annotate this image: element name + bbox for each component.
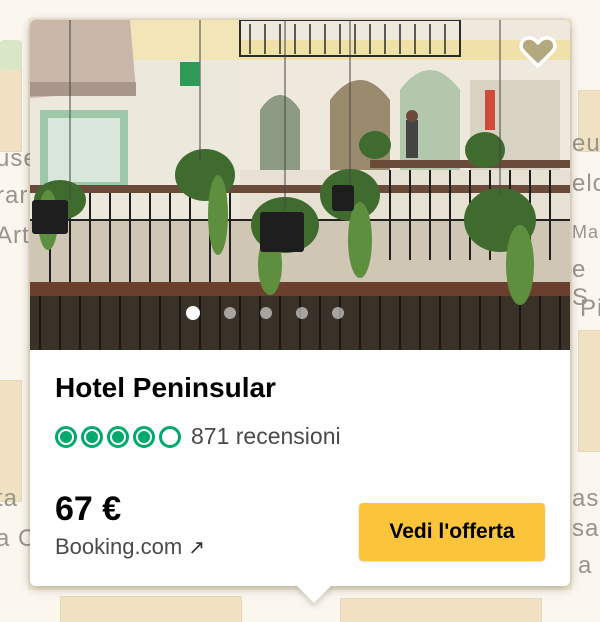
map-block [0,60,22,152]
hotel-card[interactable]: Hotel Peninsular 871 recensioni 67 € Boo… [30,20,570,603]
carousel-dot[interactable] [186,306,200,320]
map-label: Mar [572,222,600,242]
map-label: Pi [580,295,600,322]
carousel-dot[interactable] [224,307,236,319]
hotel-photo[interactable] [30,20,570,350]
carousel-dot[interactable] [260,307,272,319]
rating-bubbles [55,425,185,448]
map-label: as [572,485,600,512]
map-label: ta [0,485,19,512]
carousel-dot[interactable] [332,307,344,319]
map-label: Art [0,222,30,249]
map-label: eu [572,130,600,157]
carousel-dot[interactable] [296,307,308,319]
map-block [60,596,242,622]
map-label: a [578,552,593,579]
price: 67 € [55,490,122,528]
map-road [0,0,600,18]
rating-row[interactable]: 871 recensioni [55,423,341,450]
rating-bubble [107,425,129,448]
map-label: rar [0,182,29,209]
map-block [340,598,542,622]
hotel-photo-image [30,20,570,350]
rating-bubble-fill [138,430,150,443]
map-block [0,380,22,502]
rating-bubble [159,425,181,448]
map-label: sa [572,515,600,542]
carousel-dots [30,306,570,320]
provider-name: Booking.com [55,534,183,559]
rating-bubble-fill [60,430,72,443]
map-park [0,40,22,70]
external-link-icon: ↗ [188,536,205,559]
map-label: elo [572,170,600,197]
rating-bubble-fill [86,430,98,443]
map-block [578,330,600,452]
view-offer-button[interactable]: Vedi l'offerta [359,503,545,561]
rating-bubble [81,425,103,448]
rating-bubble-fill [112,430,124,443]
provider-link[interactable]: Booking.com ↗ [55,534,205,560]
reviews-count[interactable]: 871 recensioni [191,423,341,450]
rating-bubble [55,425,77,448]
heart-icon[interactable] [518,32,558,72]
rating-bubble [133,425,155,448]
hotel-name[interactable]: Hotel Peninsular [55,372,276,404]
